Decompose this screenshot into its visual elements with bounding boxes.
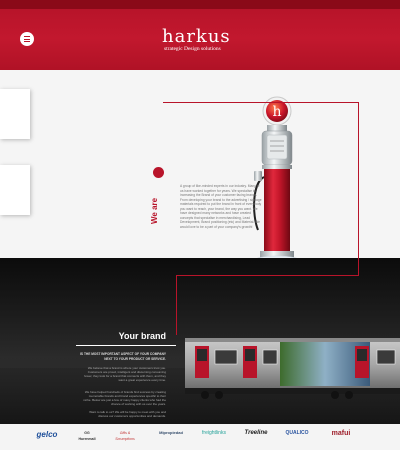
logo-tagline: strategic Design solutions: [164, 46, 221, 52]
client-logo-gifts[interactable]: Gifts & Scrumptions: [110, 430, 140, 442]
client-logo-text: gelco: [36, 430, 58, 439]
brand-paragraph: Want to talk to us? We will be happy to …: [89, 410, 166, 418]
timeline-dot: [153, 167, 164, 178]
client-logo-text: mafui: [331, 430, 351, 437]
timeline-line: [358, 102, 359, 276]
client-logo-treeline[interactable]: Treeline: [244, 430, 268, 436]
header-top-strip: [0, 0, 400, 9]
site-logo[interactable]: harkus strategic Design solutions: [162, 28, 272, 53]
timeline-line: [176, 275, 177, 335]
timeline-line: [163, 102, 359, 103]
client-logo-freightlinks[interactable]: freightlinks: [196, 430, 232, 436]
client-logo-text: Gifts & Scrumptions: [115, 431, 135, 441]
brand-paragraph: We have helped hundreds of brands find s…: [83, 390, 166, 406]
we-are-heading: We are: [150, 197, 159, 224]
site-header: harkus strategic Design solutions: [0, 0, 400, 70]
client-logo-mafui[interactable]: mafui: [326, 430, 356, 437]
your-brand-heading: Your brand: [118, 331, 166, 341]
client-logo-gelco[interactable]: gelco: [32, 430, 62, 439]
client-logo-text: Treeline: [244, 430, 268, 436]
client-logo-text: GG Hurenmall: [78, 431, 96, 441]
client-logo-mipropiedad[interactable]: Mipropiedad: [156, 430, 186, 436]
brand-paragraph: We believe that a brand is where your cu…: [84, 366, 166, 382]
svg-text:h: h: [272, 104, 281, 120]
hamburger-menu-icon[interactable]: [20, 32, 34, 46]
client-logo-text: freightlinks: [202, 430, 226, 436]
branded-train-illustration: [185, 338, 400, 399]
gas-pump-illustration: h: [252, 96, 302, 267]
heading-underline: [76, 345, 176, 346]
hero-section: h We are A group of like-minded experts …: [0, 70, 400, 267]
timeline-line: [176, 275, 359, 276]
client-logo-text: Mipropiedad: [159, 430, 183, 435]
brand-subheading: IS THE MOST IMPORTANT ASPECT OF YOUR COM…: [80, 352, 166, 361]
side-tab-card[interactable]: [0, 89, 30, 139]
logo-name: harkus: [162, 26, 231, 47]
client-logo-text: QUALICO: [285, 430, 309, 436]
side-tab-card[interactable]: [0, 165, 30, 215]
about-text: A group of like-minded experts in our in…: [180, 184, 262, 229]
client-logo-qualico[interactable]: QUALICO: [282, 430, 312, 436]
client-logo-gg[interactable]: GG Hurenmall: [76, 430, 98, 442]
